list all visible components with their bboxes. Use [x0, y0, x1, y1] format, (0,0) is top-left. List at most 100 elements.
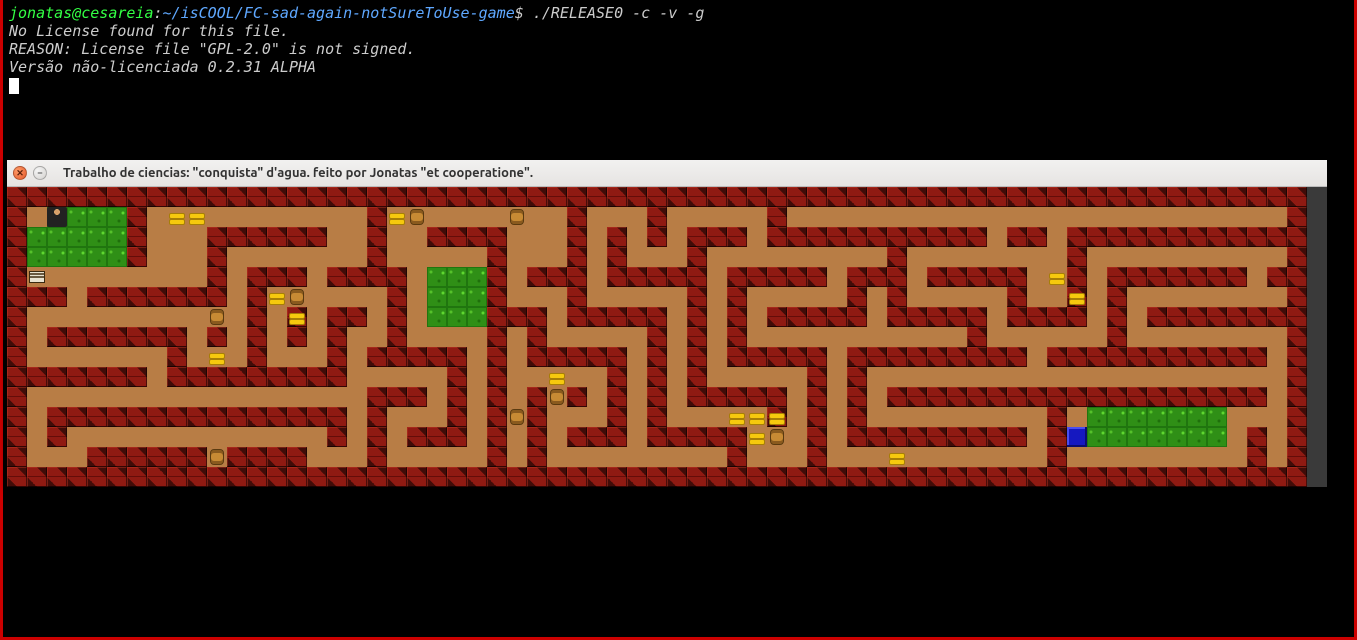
wall-tile [647, 407, 667, 427]
wall-tile [1067, 187, 1087, 207]
wall-tile [927, 307, 947, 327]
wall-tile [1247, 187, 1267, 207]
wall-tile [1007, 427, 1027, 447]
wall-tile [587, 187, 607, 207]
wall-tile [107, 407, 127, 427]
wall-tile [147, 327, 167, 347]
wall-tile [1147, 187, 1167, 207]
wall-tile [247, 227, 267, 247]
titlebar[interactable]: ✕ – Trabalho de ciencias: "conquista" d'… [7, 160, 1327, 187]
wall-tile [387, 387, 407, 407]
wall-tile [167, 467, 187, 487]
terminal-output[interactable]: jonatas@cesareia:~/isCOOL/FC-sad-again-n… [3, 0, 1354, 98]
wall-tile [87, 407, 107, 427]
wall-tile [727, 467, 747, 487]
grass-tile [1167, 427, 1187, 447]
grass-tile [427, 307, 447, 327]
wall-tile [1287, 367, 1307, 387]
wall-tile [47, 287, 67, 307]
wall-tile [847, 427, 867, 447]
wall-tile [47, 187, 67, 207]
grass-tile [67, 227, 87, 247]
wall-tile [1207, 267, 1227, 287]
gold-sprite [747, 407, 767, 427]
wall-tile [7, 447, 27, 467]
wall-tile [607, 467, 627, 487]
wall-tile [1287, 187, 1307, 207]
wall-tile [307, 367, 327, 387]
wall-tile [807, 307, 827, 327]
wall-tile [847, 387, 867, 407]
wall-tile [247, 367, 267, 387]
wall-tile [967, 307, 987, 327]
wall-tile [807, 427, 827, 447]
output-line: No License found for this file. [9, 22, 289, 40]
wall-tile [327, 347, 347, 367]
wall-tile [147, 447, 167, 467]
wall-tile [527, 467, 547, 487]
wall-tile [1287, 467, 1307, 487]
wall-tile [207, 227, 227, 247]
wall-tile [47, 367, 67, 387]
wall-tile [1067, 247, 1087, 267]
wall-tile [1287, 227, 1307, 247]
wall-tile [627, 187, 647, 207]
wall-tile [187, 287, 207, 307]
wall-tile [727, 287, 747, 307]
wall-tile [367, 227, 387, 247]
wall-tile [347, 187, 367, 207]
wall-tile [887, 187, 907, 207]
wall-tile [367, 447, 387, 467]
wall-tile [787, 307, 807, 327]
wall-tile [1027, 227, 1047, 247]
wall-tile [1167, 187, 1187, 207]
wall-tile [1147, 467, 1167, 487]
player-sprite[interactable] [47, 207, 67, 227]
wall-tile [1127, 387, 1147, 407]
wall-tile [967, 347, 987, 367]
wall-tile [827, 467, 847, 487]
wall-tile [1027, 387, 1047, 407]
wall-tile [467, 227, 487, 247]
wall-tile [787, 467, 807, 487]
wall-tile [107, 327, 127, 347]
wall-tile [147, 187, 167, 207]
wall-tile [227, 407, 247, 427]
wall-tile [1167, 227, 1187, 247]
wall-tile [167, 327, 187, 347]
wall-tile [867, 347, 887, 367]
wall-tile [727, 427, 747, 447]
prompt-path: ~/isCOOL/FC-sad-again-notSureToUse-game [163, 4, 515, 22]
close-icon[interactable]: ✕ [13, 166, 27, 180]
wall-tile [687, 227, 707, 247]
wall-tile [747, 387, 767, 407]
wall-tile [107, 447, 127, 467]
wall-tile [1207, 347, 1227, 367]
wall-tile [1127, 467, 1147, 487]
wall-tile [627, 307, 647, 327]
wall-tile [387, 187, 407, 207]
wall-tile [487, 247, 507, 267]
gold-sprite [167, 207, 187, 227]
wall-tile [687, 267, 707, 287]
wall-tile [7, 207, 27, 227]
game-canvas[interactable] [7, 187, 1307, 487]
wall-tile [927, 267, 947, 287]
wall-tile [447, 387, 467, 407]
wall-tile [667, 187, 687, 207]
wall-tile [7, 307, 27, 327]
wall-tile [807, 447, 827, 467]
wall-tile [1167, 467, 1187, 487]
minimize-icon[interactable]: – [33, 166, 47, 180]
wall-tile [487, 387, 507, 407]
grass-tile [1207, 427, 1227, 447]
wall-tile [907, 467, 927, 487]
wall-tile [767, 227, 787, 247]
wall-tile [127, 407, 147, 427]
wall-tile [227, 467, 247, 487]
wall-tile [887, 307, 907, 327]
wall-tile [947, 387, 967, 407]
wall-tile [527, 347, 547, 367]
wall-tile [1127, 347, 1147, 367]
wall-tile [307, 467, 327, 487]
